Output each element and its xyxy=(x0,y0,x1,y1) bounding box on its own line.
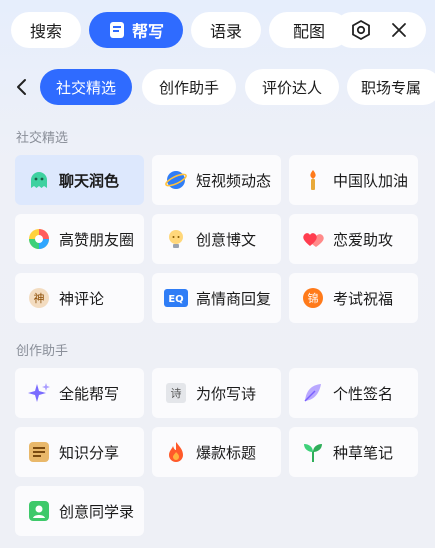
settings-icon[interactable] xyxy=(347,16,375,44)
top-actions xyxy=(334,12,426,48)
section-title-social: 社交精选 xyxy=(16,131,69,146)
card-team-china[interactable]: 中国队加油 xyxy=(289,155,418,205)
eq-badge-icon: EQ xyxy=(164,286,188,310)
card-signature[interactable]: 个性签名 xyxy=(289,368,418,418)
top-tab-bar: 搜索 帮写 语录 配图 xyxy=(0,0,435,62)
card-label: 恋爱助攻 xyxy=(333,230,394,249)
document-icon xyxy=(108,21,126,39)
tab-images-label: 配图 xyxy=(292,22,325,41)
tab-search[interactable]: 搜索 xyxy=(11,12,81,48)
card-classmate-record[interactable]: 创意同学录 xyxy=(15,486,144,536)
card-all-write[interactable]: 全能帮写 xyxy=(15,368,144,418)
planet-icon xyxy=(164,168,188,192)
card-label: 为你写诗 xyxy=(196,384,257,403)
torch-icon xyxy=(301,168,325,192)
card-grass-notes[interactable]: 种草笔记 xyxy=(289,427,418,477)
shen-badge-icon: 神 xyxy=(27,286,51,310)
card-label: 种草笔记 xyxy=(333,443,394,462)
aperture-icon xyxy=(27,227,51,251)
category-creation-label: 创作助手 xyxy=(158,78,219,97)
card-label: 爆款标题 xyxy=(196,443,257,462)
card-label: 聊天润色 xyxy=(59,171,120,190)
card-chat-polish[interactable]: 聊天润色 xyxy=(15,155,144,205)
lightbulb-icon xyxy=(164,227,188,251)
feather-icon xyxy=(301,381,325,405)
category-creation[interactable]: 创作助手 xyxy=(142,69,236,105)
category-workplace[interactable]: 职场专属 xyxy=(347,69,435,105)
eq-badge-text: EQ xyxy=(168,294,183,305)
card-label: 神评论 xyxy=(59,289,105,308)
card-label: 高赞朋友圈 xyxy=(59,230,135,249)
category-row: 社交精选 创作助手 评价达人 职场专属 xyxy=(0,67,435,107)
back-icon[interactable] xyxy=(8,71,36,103)
tab-quotes-label: 语录 xyxy=(209,22,242,41)
card-label: 高情商回复 xyxy=(196,289,272,308)
card-exam-blessing[interactable]: 锦 考试祝福 xyxy=(289,273,418,323)
card-label: 知识分享 xyxy=(59,443,120,462)
category-social[interactable]: 社交精选 xyxy=(40,69,132,105)
card-label: 中国队加油 xyxy=(333,171,409,190)
close-icon[interactable] xyxy=(385,16,413,44)
card-hot-title[interactable]: 爆款标题 xyxy=(152,427,281,477)
sprout-icon xyxy=(301,440,325,464)
notebook-icon xyxy=(27,440,51,464)
card-label: 个性签名 xyxy=(333,384,394,403)
flame-icon xyxy=(164,440,188,464)
sparkle-icon xyxy=(27,381,51,405)
card-poem[interactable]: 诗 为你写诗 xyxy=(152,368,281,418)
jin-badge-text: 锦 xyxy=(308,291,319,305)
jin-badge-icon: 锦 xyxy=(301,286,325,310)
card-eq-reply[interactable]: EQ 高情商回复 xyxy=(152,273,281,323)
card-short-video[interactable]: 短视频动态 xyxy=(152,155,281,205)
shi-badge-icon: 诗 xyxy=(164,381,188,405)
card-label: 全能帮写 xyxy=(59,384,120,403)
shi-badge-text: 诗 xyxy=(171,386,182,400)
card-label: 考试祝福 xyxy=(333,289,394,308)
card-love-assist[interactable]: 恋爱助攻 xyxy=(289,214,418,264)
card-label: 创意博文 xyxy=(196,230,257,249)
category-social-label: 社交精选 xyxy=(55,78,116,97)
card-label: 创意同学录 xyxy=(59,502,135,521)
section-title-creation: 创作助手 xyxy=(16,344,69,359)
hearts-icon xyxy=(301,227,325,251)
tab-write[interactable]: 帮写 xyxy=(89,12,183,48)
category-workplace-label: 职场专属 xyxy=(361,78,422,97)
card-label: 短视频动态 xyxy=(196,171,272,190)
card-creative-blog[interactable]: 创意博文 xyxy=(152,214,281,264)
card-god-comment[interactable]: 神 神评论 xyxy=(15,273,144,323)
tab-quotes[interactable]: 语录 xyxy=(191,12,261,48)
tab-write-label: 帮写 xyxy=(131,22,164,41)
shen-badge-text: 神 xyxy=(34,291,45,305)
category-review[interactable]: 评价达人 xyxy=(245,69,339,105)
tab-search-label: 搜索 xyxy=(29,22,62,41)
card-knowledge[interactable]: 知识分享 xyxy=(15,427,144,477)
ghost-icon xyxy=(27,168,51,192)
contact-book-icon xyxy=(27,499,51,523)
category-review-label: 评价达人 xyxy=(261,78,322,97)
card-moments[interactable]: 高赞朋友圈 xyxy=(15,214,144,264)
